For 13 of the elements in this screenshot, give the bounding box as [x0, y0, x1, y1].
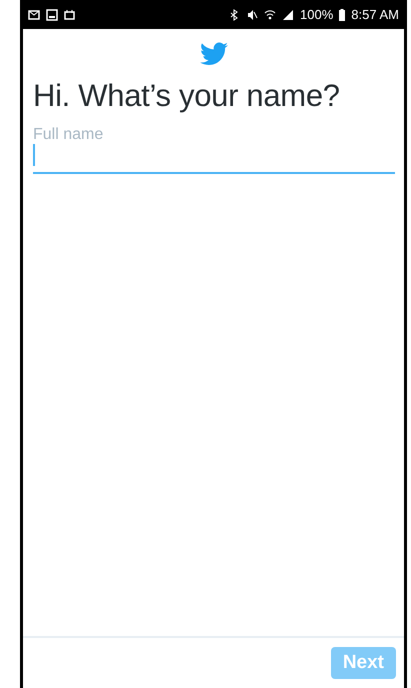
wifi-icon	[264, 8, 276, 20]
mute-icon	[246, 8, 258, 20]
name-input-field[interactable]: Full name	[33, 126, 395, 174]
bird-logo-icon	[200, 42, 228, 66]
battery-icon	[339, 8, 346, 20]
mail-icon	[28, 8, 40, 20]
clock: 8:57 AM	[351, 7, 399, 22]
calendar-icon	[64, 8, 76, 20]
page-heading: Hi. What’s your name?	[33, 78, 341, 114]
bluetooth-icon	[228, 8, 240, 20]
image-icon	[46, 8, 58, 20]
battery-percent: 100%	[300, 7, 334, 22]
signal-icon	[282, 8, 294, 20]
